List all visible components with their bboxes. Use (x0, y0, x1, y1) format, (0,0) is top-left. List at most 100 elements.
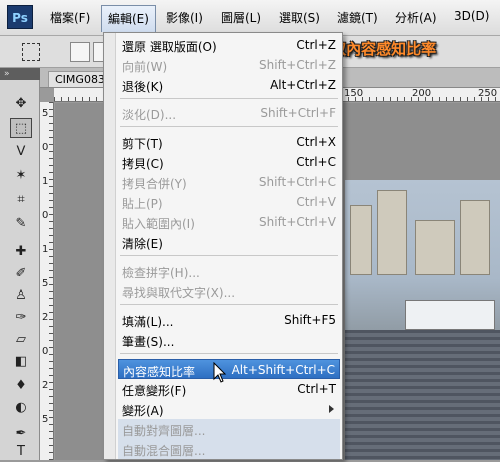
menu-layer[interactable]: 圖層(L) (221, 9, 261, 26)
menu-item-shortcut: Shift+Ctrl+F (260, 106, 336, 120)
ruler-tick-label: 1 (42, 176, 49, 187)
menu-item-label: 填滿(L)... (122, 315, 174, 329)
menu-item-step-backward[interactable]: 退後(K) Alt+Ctrl+Z (118, 75, 340, 95)
ruler-tick-label: 5 (42, 108, 49, 119)
menu-item-check-spelling[interactable]: 檢查拼字(H)... (118, 261, 340, 281)
blur-icon[interactable]: ♦ (10, 376, 32, 396)
menu-separator (120, 304, 338, 305)
building (350, 205, 372, 275)
menu-item-label: 退後(K) (122, 80, 164, 94)
menu-filter[interactable]: 濾鏡(T) (337, 9, 378, 26)
menu-item-label: 貼入範圍內(I) (122, 217, 195, 231)
menu-item-label: 還原 選取版面(O) (122, 40, 217, 54)
menu-item-auto-align-layers[interactable]: 自動對齊圖層... (118, 419, 340, 439)
crop-icon[interactable]: ⌗ (10, 190, 32, 210)
menu-item-undo[interactable]: 還原 選取版面(O) Ctrl+Z (118, 35, 340, 55)
menu-3d[interactable]: 3D(D) (454, 9, 489, 23)
ruler-tick-label: 200 (412, 88, 432, 99)
menu-item-fill[interactable]: 填滿(L)... Shift+F5 (118, 310, 340, 330)
photoshop-logo-icon[interactable]: Ps (7, 5, 33, 29)
clone-stamp-icon[interactable]: ♙ (10, 286, 32, 306)
menu-item-shortcut: Shift+Ctrl+C (258, 175, 336, 189)
menu-item-clear[interactable]: 清除(E) (118, 232, 340, 252)
pen-icon[interactable]: ✒ (10, 424, 32, 444)
menu-item-copy-merged[interactable]: 拷貝合併(Y) Shift+Ctrl+C (118, 172, 340, 192)
healing-brush-icon[interactable]: ✚ (10, 242, 32, 262)
menu-item-label: 淡化(D)... (122, 108, 177, 122)
menu-item-shortcut: Ctrl+Z (296, 38, 336, 52)
menu-item-step-forward[interactable]: 向前(W) Shift+Ctrl+Z (118, 55, 340, 75)
menu-item-find-replace[interactable]: 尋找與取代文字(X)... (118, 281, 340, 301)
menu-item-copy[interactable]: 拷貝(C) Ctrl+C (118, 152, 340, 172)
marquee-option-icon[interactable] (22, 43, 40, 61)
move-icon[interactable]: ✥ (10, 94, 32, 114)
menu-item-paste[interactable]: 貼上(P) Ctrl+V (118, 192, 340, 212)
photo-image (345, 180, 500, 460)
menu-item-label: 任意變形(F) (122, 384, 187, 398)
ruler-tick-label: 5 (42, 414, 49, 425)
ruler-tick-label: 0 (42, 210, 49, 221)
tools-panel-header[interactable]: » (0, 68, 40, 80)
ruler-tick-label: 2 (42, 380, 49, 391)
menu-gutter (104, 33, 116, 459)
menu-item-label: 筆畫(S)... (122, 335, 175, 349)
building (460, 200, 490, 275)
menu-item-shortcut: Shift+Ctrl+V (259, 215, 336, 229)
submenu-arrow-icon (329, 405, 334, 413)
menu-item-label: 拷貝合併(Y) (122, 177, 187, 191)
menu-item-shortcut: Ctrl+C (296, 155, 336, 169)
gradient-icon[interactable]: ◧ (10, 352, 32, 372)
menu-item-shortcut: Ctrl+V (296, 195, 336, 209)
menu-item-label: 尋找與取代文字(X)... (122, 286, 236, 300)
ruler-tick-label: 2 (42, 312, 49, 323)
menu-item-shortcut: Shift+F5 (284, 313, 336, 327)
menu-separator (120, 126, 338, 127)
new-selection-button[interactable] (70, 42, 90, 62)
eyedropper-icon[interactable]: ✎ (10, 214, 32, 234)
ruler-tick-label: 0 (42, 346, 49, 357)
menu-item-label: 清除(E) (122, 237, 163, 251)
mouse-cursor-icon (213, 362, 227, 383)
menu-item-paste-into[interactable]: 貼入範圍內(I) Shift+Ctrl+V (118, 212, 340, 232)
menu-item-free-transform[interactable]: 任意變形(F) Ctrl+T (118, 379, 340, 399)
menu-select[interactable]: 選取(S) (279, 9, 320, 26)
menu-bar: Ps 檔案(F) 編輯(E) 影像(I) 圖層(L) 選取(S) 濾鏡(T) 分… (0, 0, 500, 36)
dodge-icon[interactable]: ◐ (10, 398, 32, 418)
menu-item-label: 向前(W) (122, 60, 168, 74)
menu-item-content-aware-scale[interactable]: 內容感知比率 Alt+Shift+Ctrl+C (118, 359, 340, 379)
menu-item-shortcut: Ctrl+T (297, 382, 336, 396)
history-brush-icon[interactable]: ✑ (10, 308, 32, 328)
menu-item-shortcut: Ctrl+X (296, 135, 336, 149)
magic-wand-icon[interactable]: ✶ (10, 166, 32, 186)
menu-file[interactable]: 檔案(F) (50, 9, 90, 26)
building (415, 220, 455, 275)
menu-item-label: 變形(A) (122, 404, 164, 418)
menu-item-transform[interactable]: 變形(A) (118, 399, 340, 419)
menu-edit[interactable]: 編輯(E) (101, 5, 156, 32)
menu-item-cut[interactable]: 剪下(T) Ctrl+X (118, 132, 340, 152)
marquee-icon[interactable]: ⬚ (10, 118, 32, 138)
menu-item-shortcut: Alt+Shift+Ctrl+C (231, 363, 335, 377)
ferry-boat (405, 300, 495, 330)
menu-item-auto-blend-layers[interactable]: 自動混合圖層... (118, 439, 340, 459)
building (377, 190, 407, 275)
lasso-icon[interactable]: ᐯ (10, 142, 32, 162)
menu-item-shortcut: Alt+Ctrl+Z (270, 78, 336, 92)
menu-analysis[interactable]: 分析(A) (395, 9, 437, 26)
menu-item-stroke[interactable]: 筆畫(S)... (118, 330, 340, 350)
menu-item-shortcut: Shift+Ctrl+Z (259, 58, 336, 72)
menu-image[interactable]: 影像(I) (166, 9, 203, 26)
menu-item-label: 內容感知比率 (123, 365, 196, 379)
menu-item-fade[interactable]: 淡化(D)... Shift+Ctrl+F (118, 103, 340, 123)
menu-item-label: 自動混合圖層... (122, 444, 206, 458)
type-icon[interactable]: T (10, 442, 32, 462)
river-water (345, 330, 500, 460)
eraser-icon[interactable]: ▱ (10, 330, 32, 350)
menu-separator (120, 353, 338, 354)
edit-menu-dropdown: 還原 選取版面(O) Ctrl+Z 向前(W) Shift+Ctrl+Z 退後(K)… (103, 32, 343, 460)
brush-icon[interactable]: ✐ (10, 264, 32, 284)
ruler-vertical[interactable]: 5 0 1 0 1 5 2 0 2 5 (40, 102, 54, 460)
menu-item-label: 拷貝(C) (122, 157, 164, 171)
menu-separator (120, 98, 338, 99)
menu-item-label: 剪下(T) (122, 137, 163, 151)
